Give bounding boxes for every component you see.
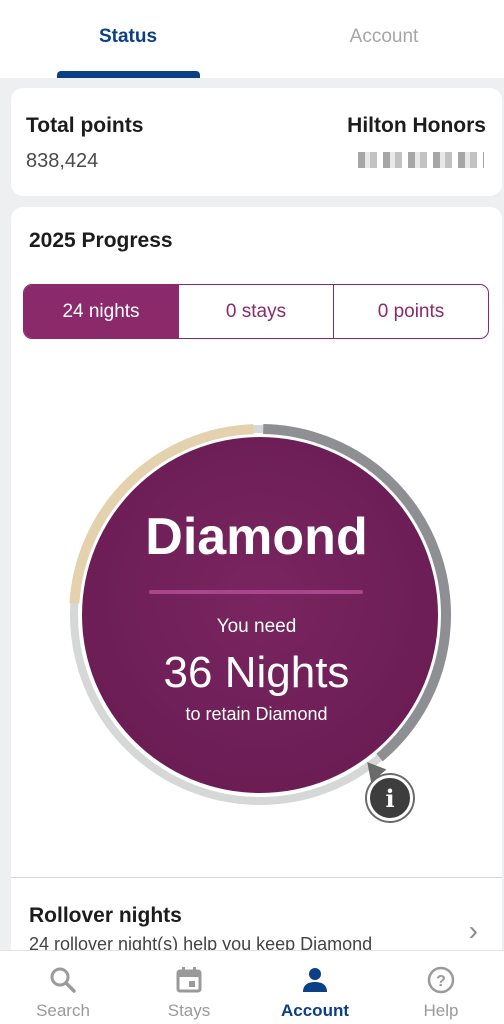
person-icon [303, 968, 327, 992]
progress-segmented-control: 24 nights 0 stays 0 points [23, 284, 489, 339]
progress-card: 2025 Progress 24 nights 0 stays 0 points… [11, 207, 502, 967]
section-divider [11, 877, 502, 878]
svg-text:?: ? [436, 973, 446, 990]
info-icon[interactable]: i [367, 775, 413, 821]
segment-stays[interactable]: 0 stays [179, 285, 334, 338]
nav-help-label: Help [423, 1001, 459, 1020]
segment-points[interactable]: 0 points [334, 285, 488, 338]
nav-search[interactable]: Search [0, 951, 126, 1024]
nav-search-label: Search [36, 1001, 90, 1020]
need-label: You need [216, 616, 297, 637]
top-tab-bar: Status Account [0, 0, 504, 78]
search-icon [50, 967, 76, 993]
program-name: Hilton Honors [347, 114, 486, 137]
nav-account-label: Account [281, 1001, 349, 1020]
active-tab-indicator [57, 71, 200, 78]
nav-stays[interactable]: Stays [126, 951, 252, 1024]
bottom-navigation: Search Stays Account ? Help [0, 950, 504, 1024]
tier-name: Diamond [145, 508, 368, 566]
tier-circle [82, 437, 438, 793]
tab-status[interactable]: Status [28, 26, 228, 48]
calendar-icon [176, 967, 202, 993]
total-points-label: Total points [26, 114, 144, 137]
tab-account[interactable]: Account [284, 26, 484, 48]
total-points-card: Total points 838,424 Hilton Honors [11, 88, 502, 196]
tier-divider [149, 590, 363, 594]
segment-nights[interactable]: 24 nights [24, 285, 179, 338]
help-icon: ? [427, 966, 455, 994]
rollover-title[interactable]: Rollover nights [29, 904, 182, 928]
total-points-value: 838,424 [26, 150, 99, 172]
progress-title: 2025 Progress [29, 229, 173, 252]
retain-label: to retain Diamond [185, 704, 328, 724]
nav-help[interactable]: ? Help [378, 951, 504, 1024]
nav-stays-label: Stays [167, 1001, 211, 1020]
chevron-right-icon[interactable]: › [469, 915, 478, 947]
nav-account[interactable]: Account [252, 951, 378, 1024]
redacted-member-number [358, 152, 484, 168]
nights-needed: 36 Nights [163, 648, 350, 697]
